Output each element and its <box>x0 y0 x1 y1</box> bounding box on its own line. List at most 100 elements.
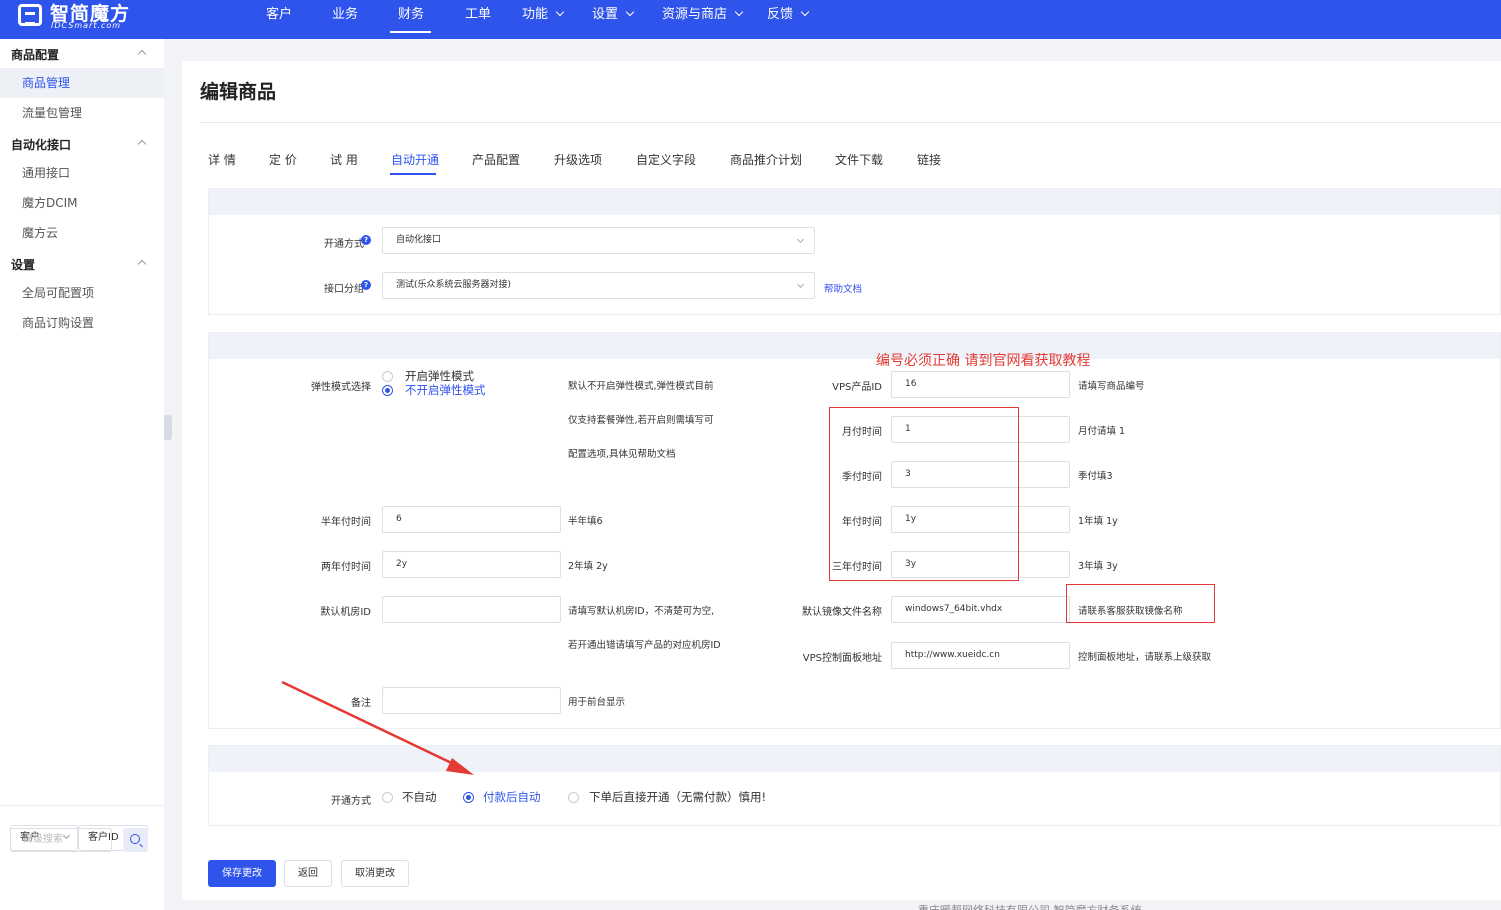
control-panel-url-label: VPS控制面板地址 <box>802 653 882 664</box>
tab-custom-fields[interactable]: 自定义字段 <box>636 151 696 168</box>
panel-header <box>209 746 1500 772</box>
cancel-button[interactable]: 取消更改 <box>341 860 409 887</box>
default-image-label: 默认镜像文件名称 <box>802 607 882 618</box>
tab-referral[interactable]: 商品推介计划 <box>730 151 802 168</box>
sidebar-item-mofang-cloud[interactable]: 魔方云 <box>0 218 164 248</box>
interface-group-label: 接口分组 <box>324 284 364 295</box>
open-mode-panel: 开通方式 不自动 付款后自动 下单后直接开通（无需付款）慎用! <box>208 745 1501 826</box>
nav-active-indicator <box>390 31 431 33</box>
two-year-label: 两年付时间 <box>321 562 371 573</box>
nav-customers[interactable]: 客户 <box>266 3 292 22</box>
tab-details[interactable]: 详 情 <box>208 151 236 168</box>
quarterly-hint: 季付填3 <box>1078 471 1113 482</box>
chevron-down-icon <box>796 235 805 244</box>
chevron-down-icon <box>625 7 635 17</box>
yearly-hint: 1年填 1y <box>1078 516 1118 527</box>
annotation-note: 编号必须正确 请到官网看获取教程 <box>876 353 1091 369</box>
elastic-mode-label: 弹性模式选择 <box>311 382 371 393</box>
provision-method-select[interactable]: 自动化接口 <box>382 227 815 254</box>
half-year-input[interactable]: 6 <box>382 506 561 533</box>
nav-resources-store[interactable]: 资源与商店 <box>662 3 744 22</box>
sidebar-item-generic-interface[interactable]: 通用接口 <box>0 158 164 188</box>
open-mode-after-payment-radio[interactable] <box>463 792 474 803</box>
chevron-down-icon <box>800 7 810 17</box>
page-title: 编辑商品 <box>200 81 277 103</box>
chevron-up-icon[interactable] <box>137 49 147 59</box>
tab-product-config[interactable]: 产品配置 <box>472 151 520 168</box>
brand-logo[interactable]: 智简魔方 IDCSmart.com <box>18 1 148 35</box>
provision-panel: 开通方式 ? 自动化接口 接口分组 ? 测试(乐众系统云服务器对接) 帮助文档 <box>208 188 1501 315</box>
panel-header <box>209 333 1500 359</box>
default-image-input[interactable]: windows7_64bit.vhdx <box>891 596 1070 623</box>
tab-file-download[interactable]: 文件下载 <box>835 151 883 168</box>
sidebar-group-product-config[interactable]: 商品配置 <box>11 46 59 63</box>
help-icon[interactable]: ? <box>361 280 371 290</box>
tab-links[interactable]: 链接 <box>917 151 941 168</box>
sidebar-item-product-management[interactable]: 商品管理 <box>0 68 164 98</box>
tab-pricing[interactable]: 定 价 <box>269 151 297 168</box>
open-mode-manual-label[interactable]: 不自动 <box>402 789 437 805</box>
vps-product-id-input[interactable]: 16 <box>891 371 1070 398</box>
open-mode-manual-radio[interactable] <box>382 792 393 803</box>
sidebar-group-settings[interactable]: 设置 <box>11 256 35 273</box>
sidebar-item-dcim[interactable]: 魔方DCIM <box>0 188 164 218</box>
elastic-hint-line-2: 仅支持套餐弹性,若开启则需填写可 <box>568 415 714 426</box>
provision-method-label: 开通方式 <box>324 239 364 250</box>
chevron-up-icon[interactable] <box>137 259 147 269</box>
panel-header <box>209 189 1500 215</box>
control-panel-url-hint: 控制面板地址，请联系上级获取 <box>1078 652 1212 663</box>
sidebar-group-automation[interactable]: 自动化接口 <box>11 136 71 153</box>
help-doc-link[interactable]: 帮助文档 <box>824 281 862 295</box>
elastic-off-label[interactable]: 不开启弹性模式 <box>405 382 486 398</box>
two-year-hint: 2年填 2y <box>568 561 608 572</box>
tab-upgrade-options[interactable]: 升级选项 <box>554 151 602 168</box>
nav-features[interactable]: 功能 <box>522 3 565 22</box>
control-panel-url-input[interactable]: http://www.xueidc.cn <box>891 642 1070 669</box>
chevron-down-icon <box>796 280 805 289</box>
nav-feedback[interactable]: 反馈 <box>767 3 810 22</box>
nav-settings[interactable]: 设置 <box>592 3 635 22</box>
nav-finance[interactable]: 财务 <box>398 3 424 22</box>
vps-product-id-hint: 请填写商品编号 <box>1078 381 1145 392</box>
chevron-down-icon <box>734 7 744 17</box>
top-navbar: 智简魔方 IDCSmart.com 客户 业务 财务 工单 功能 设置 资源与商… <box>0 0 1501 39</box>
monthly-hint: 月付请填 1 <box>1078 426 1126 437</box>
three-year-hint: 3年填 3y <box>1078 561 1118 572</box>
half-year-hint: 半年填6 <box>568 516 603 527</box>
elastic-hint-line-1: 默认不开启弹性模式,弹性模式目前 <box>568 381 714 392</box>
tab-trial[interactable]: 试 用 <box>330 151 358 168</box>
sidebar-item-traffic-package[interactable]: 流量包管理 <box>0 98 164 128</box>
elastic-off-radio[interactable] <box>382 385 393 396</box>
default-room-label: 默认机房ID <box>320 607 371 618</box>
default-room-input[interactable] <box>382 596 561 623</box>
two-year-input[interactable]: 2y <box>382 551 561 578</box>
open-mode-after-payment-label[interactable]: 付款后自动 <box>483 789 541 805</box>
main-content: 编辑商品 详 情 定 价 试 用 自动开通 产品配置 升级选项 自定义字段 商品… <box>182 61 1501 900</box>
interface-group-select[interactable]: 测试(乐众系统云服务器对接) <box>382 272 815 299</box>
advanced-search-input[interactable]: 高级搜索 <box>10 828 112 852</box>
sidebar: 商品配置 商品管理 流量包管理 自动化接口 通用接口 魔方DCIM 魔方云 设置… <box>0 39 164 910</box>
help-icon[interactable]: ? <box>361 235 371 245</box>
room-hint-line-1: 请填写默认机房ID，不清楚可为空, <box>568 606 715 617</box>
search-button[interactable] <box>123 828 148 852</box>
elastic-hint-line-3: 配置选项,具体见帮助文档 <box>568 449 676 460</box>
sidebar-item-global-options[interactable]: 全局可配置项 <box>0 278 164 308</box>
save-button[interactable]: 保存更改 <box>208 860 276 887</box>
open-mode-immediate-label[interactable]: 下单后直接开通（无需付款）慎用! <box>589 789 766 805</box>
chevron-up-icon[interactable] <box>137 139 147 149</box>
active-tab-indicator <box>390 173 436 175</box>
remark-input[interactable] <box>382 687 561 714</box>
chevron-down-icon <box>555 7 565 17</box>
open-mode-immediate-radio[interactable] <box>568 792 579 803</box>
elastic-on-radio[interactable] <box>382 371 393 382</box>
nav-business[interactable]: 业务 <box>332 3 358 22</box>
remark-label: 备注 <box>351 698 371 709</box>
brand-sub: IDCSmart.com <box>51 21 122 30</box>
back-button[interactable]: 返回 <box>284 860 332 887</box>
sidebar-collapse-handle[interactable] <box>164 415 172 440</box>
sidebar-item-order-settings[interactable]: 商品订购设置 <box>0 308 164 338</box>
annotation-box-billing-cycles <box>829 407 1019 581</box>
nav-tickets[interactable]: 工单 <box>465 3 491 22</box>
vps-product-id-label: VPS产品ID <box>832 382 882 393</box>
tab-auto-provision[interactable]: 自动开通 <box>391 151 439 168</box>
